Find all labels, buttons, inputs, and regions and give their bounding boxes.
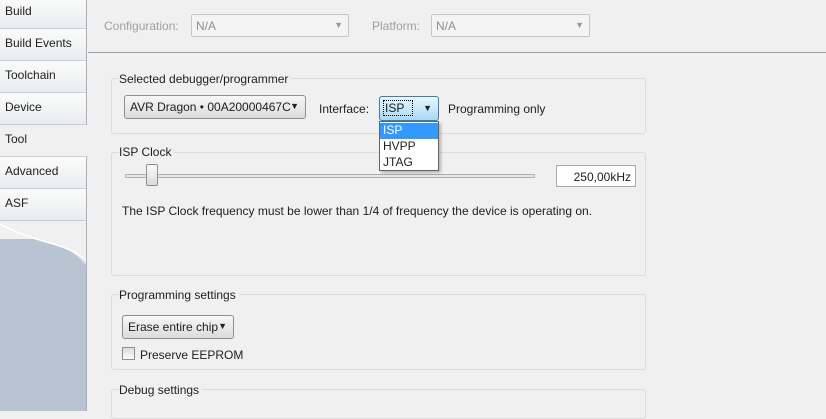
interface-select[interactable]: ISP ▼ [379, 96, 439, 121]
preserve-eeprom-checkbox[interactable] [122, 347, 135, 360]
platform-label: Platform: [372, 19, 421, 33]
interface-option-isp[interactable]: ISP [380, 123, 438, 139]
debugger-value: AVR Dragon • 00A20000467C [130, 100, 291, 114]
preserve-eeprom-label: Preserve EEPROM [140, 348, 244, 362]
sidebar: Build Build Events Toolchain Device Tool… [0, 0, 88, 411]
sidebar-item-label: Device [5, 100, 42, 114]
sidebar-item-label: Build [5, 4, 32, 18]
configuration-value: N/A [196, 19, 217, 33]
config-bar: Configuration: N/A ▼ Platform: N/A ▼ [88, 0, 826, 53]
isp-clock-value: 250,00kHz [573, 170, 631, 184]
sidebar-item-label: ASF [5, 196, 29, 210]
isp-clock-input[interactable]: 250,00kHz [556, 165, 636, 187]
chevron-down-icon: ▼ [334, 20, 343, 30]
sidebar-item-advanced[interactable]: Advanced [0, 157, 86, 189]
mode-text: Programming only [448, 102, 546, 116]
chevron-down-icon: ▼ [423, 103, 432, 113]
isp-clock-title: ISP Clock [119, 145, 175, 159]
erase-mode-select[interactable]: Erase entire chip ▼ [122, 315, 234, 339]
chevron-down-icon: ▼ [575, 20, 584, 30]
platform-value: N/A [436, 19, 457, 33]
debugger-select[interactable]: AVR Dragon • 00A20000467C ▼ [124, 95, 306, 119]
configuration-label: Configuration: [104, 19, 179, 33]
erase-mode-value: Erase entire chip [128, 320, 219, 334]
interface-value: ISP [383, 100, 414, 116]
debugger-group-title: Selected debugger/programmer [119, 72, 292, 86]
debug-title: Debug settings [119, 383, 203, 397]
sidebar-item-tool[interactable]: Tool [0, 125, 88, 157]
platform-select[interactable]: N/A ▼ [431, 14, 590, 37]
isp-clock-note: The ISP Clock frequency must be lower th… [122, 204, 593, 218]
configuration-select[interactable]: N/A ▼ [191, 14, 349, 37]
sidebar-item-build[interactable]: Build [0, 0, 86, 29]
sidebar-item-toolchain[interactable]: Toolchain [0, 61, 86, 93]
programming-title: Programming settings [119, 288, 239, 302]
sidebar-item-label: Tool [5, 132, 28, 146]
sidebar-item-label: Advanced [5, 164, 59, 178]
interface-option-jtag[interactable]: JTAG [380, 155, 438, 171]
sidebar-item-asf[interactable]: ASF [0, 189, 86, 221]
sidebar-item-build-events[interactable]: Build Events [0, 29, 86, 61]
sidebar-item-device[interactable]: Device [0, 93, 86, 125]
chevron-down-icon: ▼ [290, 101, 299, 111]
isp-clock-slider-track[interactable] [125, 174, 535, 178]
isp-clock-slider-thumb[interactable] [146, 164, 158, 186]
chevron-down-icon: ▼ [218, 321, 227, 331]
sidebar-item-label: Build Events [5, 36, 72, 50]
sidebar-wave [0, 221, 86, 262]
interface-label: Interface: [319, 102, 370, 116]
interface-option-hvpp[interactable]: HVPP [380, 139, 438, 155]
sidebar-item-label: Toolchain [5, 68, 56, 82]
interface-dropdown-list: ISP HVPP JTAG [379, 121, 439, 171]
